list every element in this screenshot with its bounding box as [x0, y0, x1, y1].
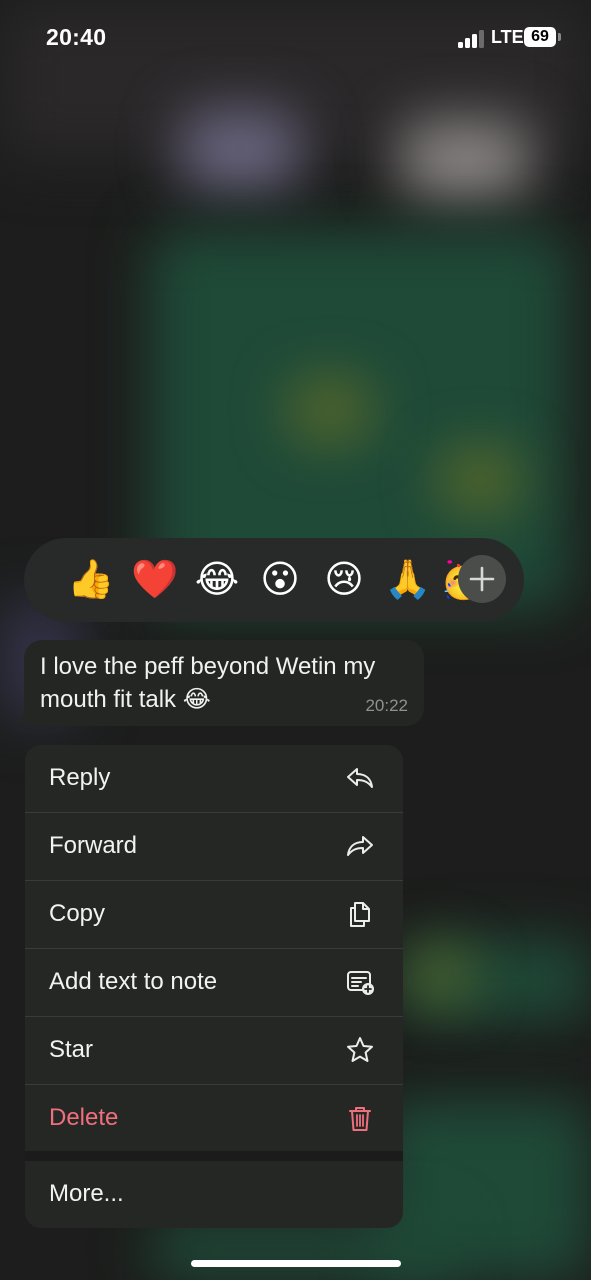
plus-icon — [469, 566, 495, 592]
menu-item-label: Star — [49, 1036, 94, 1063]
message-timestamp: 20:22 — [365, 696, 408, 715]
menu-item-add-note[interactable]: Add text to note — [25, 949, 403, 1017]
message-bubble[interactable]: I love the peff beyond Wetin my mouth fi… — [24, 640, 424, 726]
reaction-thumbs-up[interactable]: 👍 — [67, 556, 114, 604]
menu-item-label: Add text to note — [49, 968, 218, 995]
message-context-menu: Reply Forward Copy Add text to note Star — [25, 745, 403, 1228]
reaction-heart[interactable]: ❤️ — [131, 556, 178, 604]
battery-tip — [558, 33, 561, 41]
menu-item-label: Copy — [49, 900, 106, 927]
trash-icon — [349, 1107, 371, 1131]
menu-item-delete[interactable]: Delete — [25, 1085, 403, 1152]
menu-item-forward[interactable]: Forward — [25, 813, 403, 881]
menu-item-label: Reply — [49, 764, 111, 791]
battery-level: 69 — [531, 28, 549, 45]
forward-icon — [347, 836, 373, 856]
menu-separator — [25, 1151, 403, 1161]
message-text: I love the peff beyond Wetin my mouth fi… — [40, 653, 376, 713]
star-icon — [347, 1037, 373, 1062]
menu-item-label: Forward — [49, 832, 138, 859]
menu-item-copy[interactable]: Copy — [25, 881, 403, 949]
cellular-signal-icon — [458, 28, 484, 48]
reaction-list: 👍 ❤️ 😂 😮 😢 🙏 🥳 — [24, 538, 480, 622]
network-type-label: LTE — [491, 27, 524, 47]
menu-item-label: More... — [49, 1180, 124, 1207]
status-time: 20:40 — [46, 24, 107, 50]
menu-item-star[interactable]: Star — [25, 1017, 403, 1085]
menu-item-reply[interactable]: Reply — [25, 745, 403, 813]
add-reaction-button[interactable] — [458, 555, 506, 603]
reaction-surprised[interactable]: 😮 — [257, 556, 303, 604]
reply-icon — [347, 768, 373, 788]
copy-icon — [350, 902, 370, 927]
reaction-praying[interactable]: 🙏 — [384, 556, 431, 604]
add-note-icon — [347, 971, 374, 995]
battery-icon: 69 — [524, 27, 556, 47]
reaction-laughing[interactable]: 😂 — [194, 556, 240, 604]
reaction-bar: 👍 ❤️ 😂 😮 😢 🙏 🥳 — [24, 538, 524, 622]
home-indicator[interactable] — [191, 1260, 401, 1267]
menu-item-label: Delete — [49, 1104, 119, 1131]
status-bar: 20:40 LTE 69 — [0, 0, 591, 80]
menu-item-more[interactable]: More... — [25, 1161, 403, 1228]
reaction-crying[interactable]: 😢 — [321, 556, 367, 604]
